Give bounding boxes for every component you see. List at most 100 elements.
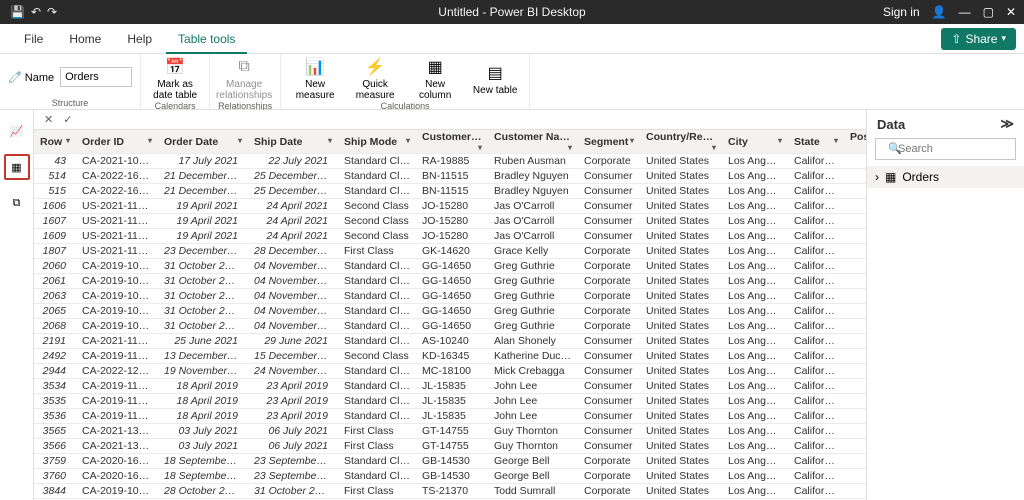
cell[interactable]: First Class (338, 484, 416, 499)
cell[interactable]: United States (640, 454, 722, 469)
cell[interactable]: 25 December 2022 (248, 169, 338, 184)
column-header[interactable]: City▾ (722, 130, 788, 154)
cell[interactable]: Second Class (338, 349, 416, 364)
cell[interactable]: California (788, 349, 844, 364)
table-row[interactable]: 43CA-2021-10134317 July 202122 July 2021… (34, 154, 866, 169)
cell[interactable]: CA-2019-106439 (76, 304, 158, 319)
table-row[interactable]: 3759CA-2020-16774518 September 202023 Se… (34, 454, 866, 469)
cell[interactable]: JO-15280 (416, 214, 488, 229)
cell[interactable]: CA-2021-101343 (76, 154, 158, 169)
cell[interactable]: United States (640, 439, 722, 454)
column-header[interactable]: State▾ (788, 130, 844, 154)
filter-dropdown-icon[interactable]: ▾ (834, 136, 838, 145)
fields-node-orders[interactable]: ›▦Orders (867, 166, 1024, 188)
cell[interactable]: 06 July 2021 (248, 439, 338, 454)
column-header[interactable]: Segment▾ (578, 130, 640, 154)
cell[interactable]: 19 April 2021 (158, 214, 248, 229)
cell[interactable]: Corporate (578, 469, 640, 484)
cell[interactable]: United States (640, 394, 722, 409)
filter-dropdown-icon[interactable]: ▾ (148, 136, 152, 145)
cell[interactable]: Los Angeles (722, 454, 788, 469)
cell[interactable]: Standard Class (338, 274, 416, 289)
filter-dropdown-icon[interactable]: ▾ (478, 143, 482, 152)
cell[interactable]: United States (640, 169, 722, 184)
minimize-icon[interactable]: — (959, 5, 971, 19)
cell[interactable]: Bradley Nguyen (488, 184, 578, 199)
cell[interactable]: 04 November 2019 (248, 304, 338, 319)
cell[interactable]: 18 April 2019 (158, 379, 248, 394)
data-view-icon[interactable]: ▦ (4, 154, 30, 180)
column-header[interactable]: Customer Name▾ (488, 130, 578, 154)
cell[interactable]: Consumer (578, 439, 640, 454)
cell[interactable]: 31 October 2019 (158, 289, 248, 304)
cell[interactable]: 23 September 2020 (248, 469, 338, 484)
cell[interactable]: Los Angeles (722, 259, 788, 274)
cell[interactable]: Katherine Ducich (488, 349, 578, 364)
cell[interactable]: George Bell (488, 469, 578, 484)
cell[interactable]: GK-14620 (416, 244, 488, 259)
cell[interactable]: Consumer (578, 424, 640, 439)
cell[interactable]: 2061 (34, 274, 76, 289)
cell[interactable]: Corporate (578, 244, 640, 259)
cell[interactable]: Los Angeles (722, 244, 788, 259)
cell[interactable]: 03 July 2021 (158, 439, 248, 454)
table-row[interactable]: 3535CA-2019-11084918 April 201923 April … (34, 394, 866, 409)
cell[interactable]: CA-2019-110849 (76, 409, 158, 424)
cell[interactable]: RA-19885 (416, 154, 488, 169)
cell[interactable]: California (788, 394, 844, 409)
cell[interactable]: United States (640, 304, 722, 319)
cell[interactable]: United States (640, 319, 722, 334)
cell[interactable]: 90049 (844, 214, 866, 229)
cell[interactable]: 3535 (34, 394, 76, 409)
cell[interactable]: United States (640, 274, 722, 289)
cell[interactable]: California (788, 169, 844, 184)
cell[interactable]: 15 December 2019 (248, 349, 338, 364)
column-header[interactable]: Order Date▾ (158, 130, 248, 154)
cell[interactable]: JL-15835 (416, 394, 488, 409)
new-measure-button[interactable]: 📊New measure (289, 56, 341, 101)
column-header[interactable]: Customer ID▾ (416, 130, 488, 154)
cell[interactable]: Second Class (338, 214, 416, 229)
cell[interactable]: Alan Shonely (488, 334, 578, 349)
cell[interactable]: Los Angeles (722, 304, 788, 319)
cell[interactable]: Standard Class (338, 334, 416, 349)
table-row[interactable]: 2492CA-2019-11357913 December 201915 Dec… (34, 349, 866, 364)
cell[interactable]: Los Angeles (722, 274, 788, 289)
cell[interactable]: US-2021-115819 (76, 214, 158, 229)
table-row[interactable]: 2063CA-2019-10643931 October 201904 Nove… (34, 289, 866, 304)
cell[interactable]: Standard Class (338, 454, 416, 469)
cell[interactable]: Los Angeles (722, 439, 788, 454)
table-row[interactable]: 3534CA-2019-11084918 April 201923 April … (34, 379, 866, 394)
save-icon[interactable]: 💾 (10, 5, 25, 19)
cell[interactable]: CA-2021-130029 (76, 424, 158, 439)
cell[interactable]: 1807 (34, 244, 76, 259)
cell[interactable]: Jas O'Carroll (488, 229, 578, 244)
cell[interactable]: 1606 (34, 199, 76, 214)
cell[interactable]: 90049 (844, 244, 866, 259)
cell[interactable]: 18 April 2019 (158, 394, 248, 409)
table-row[interactable]: 515CA-2022-16340521 December 202225 Dece… (34, 184, 866, 199)
cell[interactable]: Corporate (578, 304, 640, 319)
cell[interactable]: 18 September 2020 (158, 454, 248, 469)
cell[interactable]: Los Angeles (722, 349, 788, 364)
new-table-button[interactable]: ▤New table (469, 62, 521, 96)
cell[interactable]: 25 June 2021 (158, 334, 248, 349)
cell[interactable]: Second Class (338, 229, 416, 244)
cell[interactable]: GG-14650 (416, 319, 488, 334)
cell[interactable]: 90049 (844, 364, 866, 379)
cell[interactable]: AS-10240 (416, 334, 488, 349)
cell[interactable]: 514 (34, 169, 76, 184)
cell[interactable]: 3536 (34, 409, 76, 424)
cell[interactable]: 2944 (34, 364, 76, 379)
cell[interactable]: Jas O'Carroll (488, 199, 578, 214)
table-name-input[interactable] (60, 67, 132, 87)
cell[interactable]: 24 April 2021 (248, 229, 338, 244)
cell[interactable]: Consumer (578, 379, 640, 394)
cell[interactable]: 90049 (844, 319, 866, 334)
cell[interactable]: 90049 (844, 199, 866, 214)
redo-icon[interactable]: ↷ (47, 5, 57, 19)
cell[interactable]: United States (640, 289, 722, 304)
cell[interactable]: United States (640, 244, 722, 259)
cell[interactable]: California (788, 274, 844, 289)
filter-dropdown-icon[interactable]: ▾ (778, 136, 782, 145)
